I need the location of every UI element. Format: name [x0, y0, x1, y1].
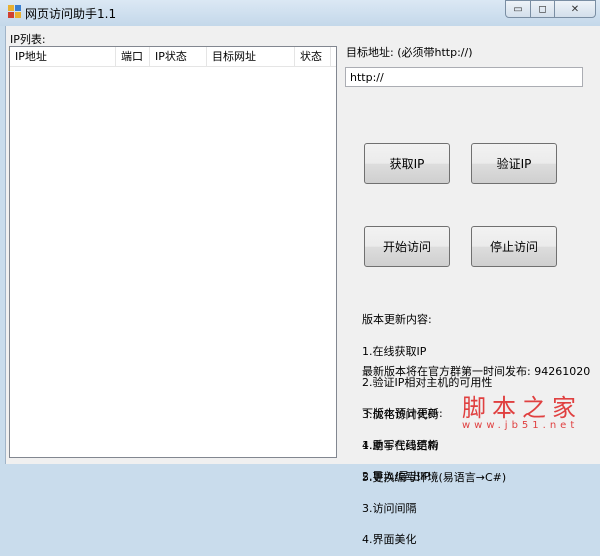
- start-visit-button[interactable]: 开始访问: [364, 226, 450, 267]
- release-note: 最新版本将在官方群第一时间发布: 94261020: [362, 365, 591, 378]
- next-item: 1.助手在线更新: [362, 438, 439, 452]
- window-title: 网页访问助手1.1: [25, 7, 117, 21]
- list-header: IP地址 端口 IP状态 目标网址 状态: [10, 47, 336, 67]
- column-ip-status[interactable]: IP状态: [150, 47, 207, 67]
- get-ip-button[interactable]: 获取IP: [364, 143, 450, 184]
- next-title: 下版本预计更新:: [362, 407, 443, 420]
- ip-list[interactable]: IP地址 端口 IP状态 目标网址 状态: [9, 46, 337, 458]
- next-item: 4.界面美化: [362, 533, 417, 546]
- next-item: 3.访问间隔: [362, 501, 417, 515]
- column-status[interactable]: 状态: [295, 47, 331, 67]
- watermark-logo: 脚本之家: [462, 394, 582, 422]
- stop-visit-button[interactable]: 停止访问: [471, 226, 557, 267]
- app-icon: [8, 5, 22, 19]
- column-target-url[interactable]: 目标网址: [207, 47, 295, 67]
- minimize-button[interactable]: ▭: [505, 0, 531, 18]
- column-ip[interactable]: IP地址: [10, 47, 116, 67]
- next-item: 2.导入/导出IP: [362, 470, 431, 483]
- close-button[interactable]: ✕: [554, 0, 596, 18]
- column-port[interactable]: 端口: [116, 47, 150, 67]
- title-bar: 网页访问助手1.1 ▭ ◻ ✕: [0, 0, 600, 26]
- changelog-title: 版本更新内容:: [362, 313, 432, 326]
- verify-ip-button[interactable]: 验证IP: [471, 143, 557, 184]
- ip-list-label: IP列表:: [10, 33, 46, 46]
- watermark-url: www.jb51.net: [462, 420, 579, 431]
- target-url-input[interactable]: http://: [345, 67, 583, 87]
- maximize-button[interactable]: ◻: [530, 0, 555, 18]
- changelog-item: 1.在线获取IP: [362, 344, 427, 358]
- next-version: 下版本预计更新: 1.助手在线更新 2.导入/导出IP 3.访问间隔 4.界面美…: [362, 388, 443, 556]
- changelog-item: 2.验证IP相对主机的可用性: [362, 376, 493, 389]
- target-label: 目标地址: (必须带http://): [346, 46, 473, 59]
